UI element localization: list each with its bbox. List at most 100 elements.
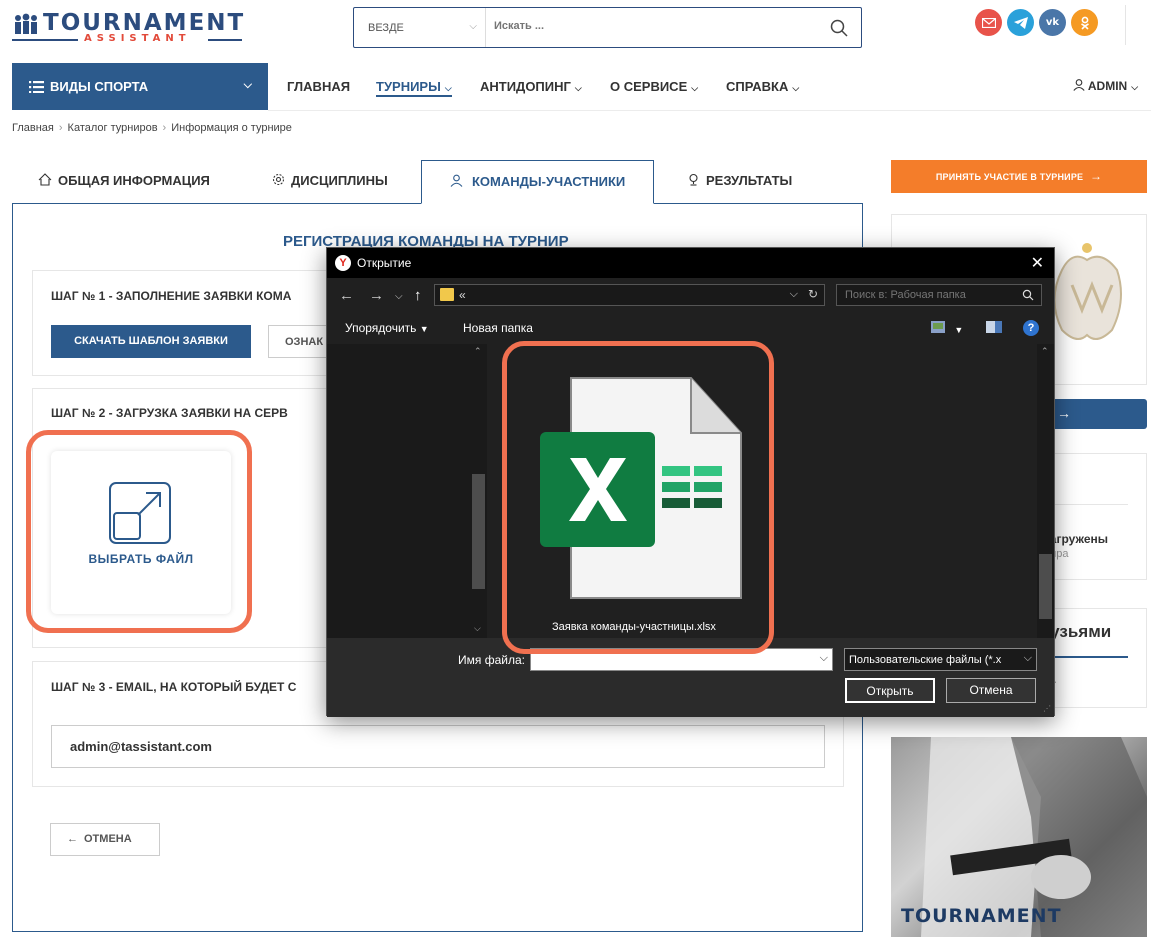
address-bar[interactable]: « ⌵ ↻ — [434, 284, 825, 306]
navigation-pane[interactable] — [327, 344, 487, 638]
cancel-button[interactable]: ← ОТМЕНА — [50, 823, 160, 856]
chevron-down-icon: ⌵ — [1023, 652, 1032, 664]
dialog-titlebar[interactable]: Y Открытие ✕ — [327, 248, 1054, 278]
sports-menu-button[interactable]: ВИДЫ СПОРТА ⌵ — [12, 63, 268, 110]
user-icon — [450, 174, 463, 187]
vk-icon[interactable]: vk — [1039, 9, 1066, 36]
chevron-down-icon[interactable]: ⌵ — [790, 288, 798, 301]
user-name: ADMIN — [1087, 79, 1128, 93]
dialog-title: Открытие — [357, 256, 412, 270]
gear-icon — [272, 173, 285, 186]
nav-divider — [268, 110, 1151, 111]
chevron-down-icon: ⌵ — [243, 79, 252, 91]
nav-item-home[interactable]: ГЛАВНАЯ — [287, 79, 350, 94]
mail-icon[interactable] — [975, 9, 1002, 36]
menu-icon — [29, 81, 44, 93]
download-template-button[interactable]: СКАЧАТЬ ШАБЛОН ЗАЯВКИ — [51, 325, 251, 358]
search-scope-select[interactable]: ВЕЗДЕ ⌵ — [354, 8, 486, 47]
nav-item-about[interactable]: О СЕРВИСЕ ⌵ — [610, 79, 698, 94]
up-folder-icon[interactable]: ↑ — [414, 287, 422, 304]
scrollbar-thumb[interactable] — [1039, 554, 1052, 619]
tab-general-info[interactable]: ОБЩАЯ ИНФОРМАЦИЯ — [38, 173, 210, 188]
browser-logo-icon: Y — [335, 255, 351, 271]
help-icon[interactable]: ? — [1023, 320, 1039, 336]
logo-line-right — [208, 39, 242, 41]
home-icon — [38, 173, 52, 186]
view-options-icon[interactable]: ▼ — [931, 321, 963, 336]
logo-line-left — [12, 39, 78, 41]
logo-main-text: TOURNAMENT — [43, 10, 246, 36]
nav-item-help[interactable]: СПРАВКА ⌵ — [726, 79, 799, 94]
chevron-down-icon[interactable]: ⌵ — [820, 652, 828, 665]
organize-menu[interactable]: Упорядочить ▼ — [345, 321, 429, 335]
chevron-down-icon: ⌵ — [444, 83, 452, 93]
highlight-excel-file — [502, 341, 774, 654]
arrow-right-icon: → — [1089, 169, 1103, 183]
navigation-scrollbar[interactable]: ⌃ ⌵ — [470, 344, 487, 638]
search-bar: ВЕЗДЕ ⌵ — [353, 7, 862, 48]
chevron-down-icon: ⌵ — [691, 83, 699, 93]
resize-grip-icon[interactable]: ⋰ — [1043, 704, 1051, 713]
nav-item-tournaments[interactable]: ТУРНИРЫ ⌵ — [376, 79, 452, 97]
folder-icon — [440, 288, 454, 301]
back-icon[interactable]: ← — [339, 287, 354, 304]
promo-photo-text: TOURNAMENT — [901, 905, 1062, 927]
files-scrollbar[interactable]: ⌃ — [1037, 344, 1054, 638]
step-3-title: ШАГ № 3 - EMAIL, НА КОТОРЫЙ БУДЕТ С — [51, 680, 297, 694]
promo-photo[interactable]: TOURNAMENT — [891, 737, 1147, 937]
chevron-down-icon: ⌵ — [469, 21, 477, 32]
header-divider — [1125, 5, 1126, 45]
odnoklassniki-icon[interactable] — [1071, 9, 1098, 36]
forward-icon[interactable]: → — [369, 287, 384, 304]
dialog-cancel-button[interactable]: Отмена — [946, 678, 1036, 703]
dialog-search-box[interactable] — [836, 284, 1042, 306]
breadcrumb-item-catalog[interactable]: Каталог турниров — [68, 122, 158, 134]
email-field[interactable]: admin@tassistant.com — [51, 725, 825, 768]
chevron-right-icon: › — [162, 122, 167, 134]
site-logo[interactable]: TOURNAMENT ASSISTANT — [12, 11, 244, 45]
user-icon — [1073, 79, 1085, 91]
scrollbar-thumb[interactable] — [472, 474, 485, 589]
tab-results[interactable]: РЕЗУЛЬТАТЫ — [687, 173, 792, 188]
refresh-icon[interactable]: ↻ — [808, 287, 818, 301]
close-icon[interactable]: ✕ — [1031, 253, 1044, 273]
tab-teams[interactable]: КОМАНДЫ-УЧАСТНИКИ — [421, 160, 654, 204]
user-menu[interactable]: ADMIN ⌵ — [1073, 79, 1138, 93]
nav-item-antidoping[interactable]: АНТИДОПИНГ ⌵ — [480, 79, 582, 94]
recent-dropdown-icon[interactable]: ⌵ — [395, 291, 403, 302]
new-folder-button[interactable]: Новая папка — [463, 321, 533, 335]
search-scope-label: ВЕЗДЕ — [368, 22, 404, 34]
people-logo-icon — [15, 13, 37, 34]
search-input[interactable] — [494, 20, 794, 32]
logo-sub-text: ASSISTANT — [84, 33, 191, 44]
highlight-choose-file — [26, 430, 252, 633]
join-tournament-button[interactable]: ПРИНЯТЬ УЧАСТИЕ В ТУРНИРЕ → — [891, 160, 1147, 193]
caret-down-icon: ▼ — [419, 324, 429, 334]
scroll-up-icon[interactable]: ⌃ — [1041, 346, 1049, 357]
search-icon[interactable] — [829, 18, 849, 38]
chevron-down-icon: ⌵ — [574, 83, 582, 93]
arrow-left-icon: ← — [67, 833, 78, 845]
dialog-search-input[interactable] — [845, 289, 1015, 301]
scroll-up-icon[interactable]: ⌃ — [474, 346, 482, 357]
chevron-right-icon: › — [58, 122, 63, 134]
chevron-down-icon: ⌵ — [792, 83, 800, 93]
scroll-down-icon[interactable]: ⌵ — [474, 623, 481, 634]
file-type-value: Пользовательские файлы (*.x — [849, 654, 1002, 666]
tab-disciplines[interactable]: ДИСЦИПЛИНЫ — [272, 173, 388, 188]
telegram-icon[interactable] — [1007, 9, 1034, 36]
preview-pane-icon[interactable] — [986, 321, 1002, 336]
breadcrumb-item-current: Информация о турнире — [171, 122, 292, 134]
chevron-down-icon: ⌵ — [1131, 82, 1139, 92]
file-type-select[interactable]: Пользовательские файлы (*.x ⌵ — [844, 648, 1037, 671]
address-text: « — [459, 288, 466, 302]
breadcrumb-item-home[interactable]: Главная — [12, 122, 54, 134]
search-icon — [1022, 289, 1034, 301]
sports-menu-label: ВИДЫ СПОРТА — [50, 79, 149, 94]
emblem-icon — [1053, 243, 1122, 340]
step-2-title: ШАГ № 2 - ЗАГРУЗКА ЗАЯВКИ НА СЕРВ — [51, 406, 288, 420]
step-1-title: ШАГ № 1 - ЗАПОЛНЕНИЕ ЗАЯВКИ КОМА — [51, 289, 292, 303]
trophy-icon — [689, 173, 698, 186]
open-button[interactable]: Открыть — [845, 678, 935, 703]
breadcrumb: Главная › Каталог турниров › Информация о ту… — [12, 122, 292, 134]
